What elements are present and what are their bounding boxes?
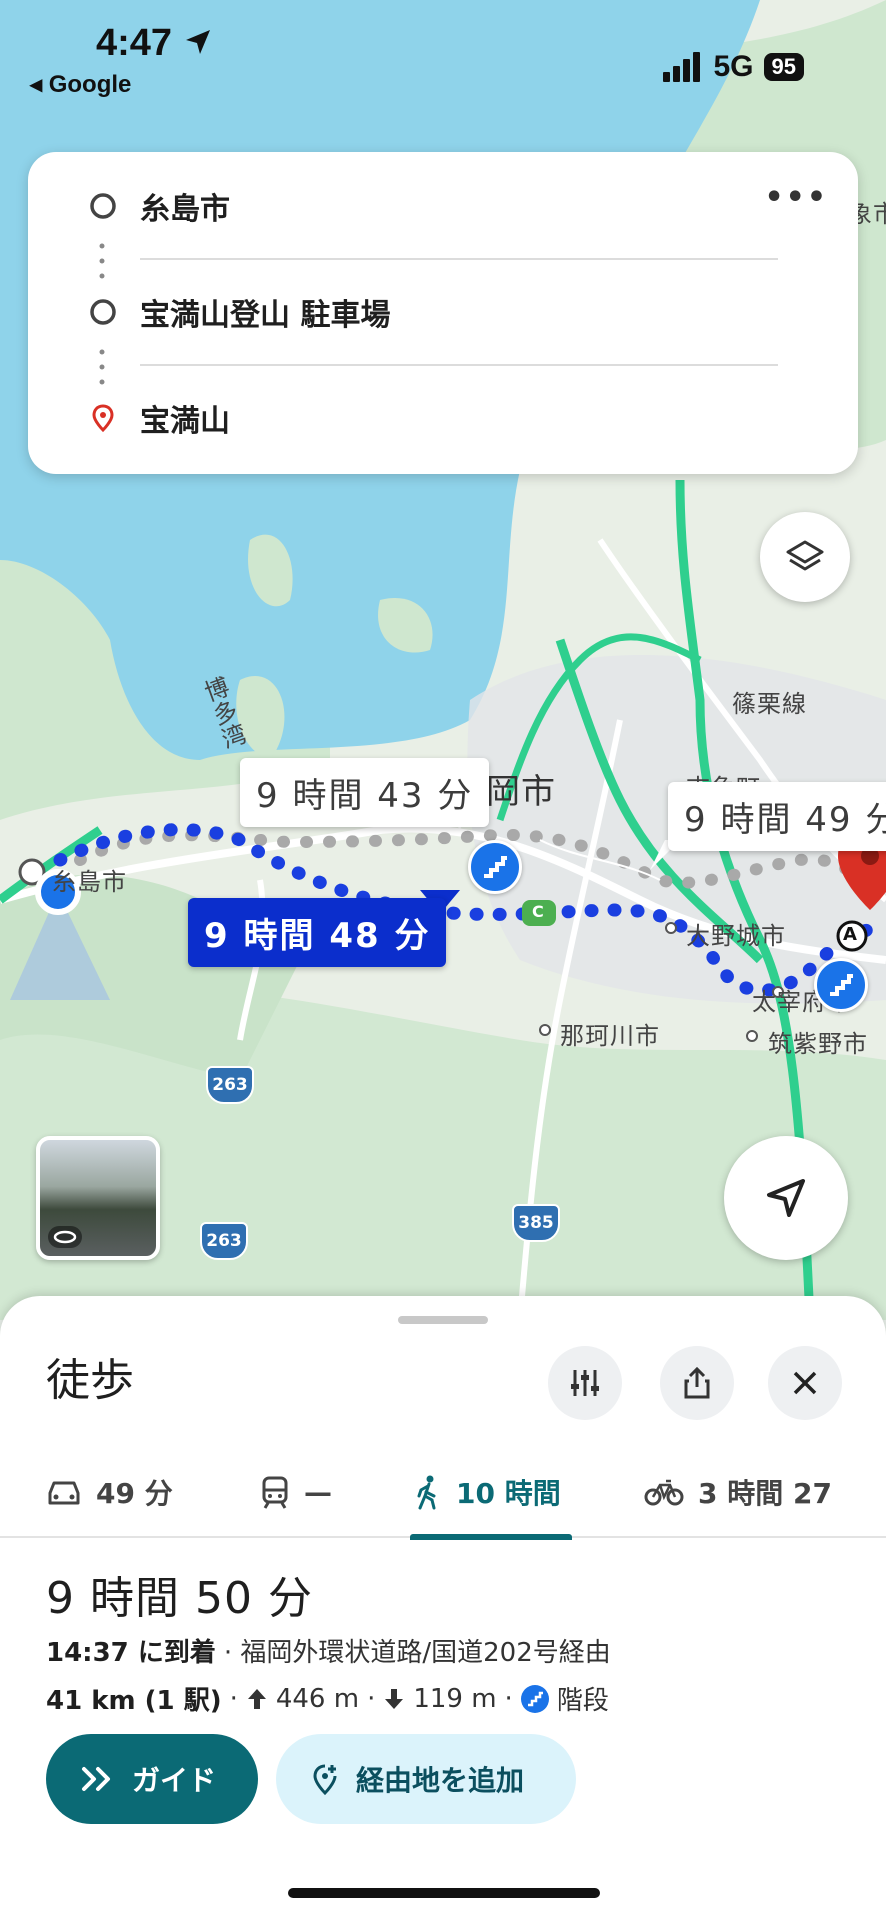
walk-icon (417, 1475, 436, 1510)
stairs-icon (468, 840, 522, 894)
waypoint-circle-icon (90, 299, 116, 325)
add-stop-button-label: 経由地を追加 (356, 1764, 525, 1797)
distance-text: 41 km (1 駅) (46, 1686, 222, 1716)
mode-label: 10 時間 (456, 1477, 561, 1510)
route-shield: 385 (512, 1204, 560, 1242)
home-indicator[interactable] (288, 1888, 600, 1898)
stairs-text: 階段 (556, 1686, 609, 1716)
add-stop-button[interactable]: 経由地を追加 (276, 1734, 576, 1824)
stairs-icon (814, 958, 868, 1012)
descent-text: 119 m (413, 1683, 497, 1714)
guide-button[interactable]: ガイド (46, 1734, 258, 1824)
divider (140, 364, 778, 366)
descent-arrow-icon (385, 1688, 404, 1709)
route-shield: 263 (200, 1222, 248, 1260)
street-view-thumbnail[interactable] (36, 1136, 160, 1260)
map-label-onojo: 大野城市 (686, 922, 786, 950)
map-label-fukuoka: 岡市 (486, 772, 556, 812)
status-time: 4:47 (96, 22, 213, 65)
tab-walk[interactable]: 10 時間 (414, 1446, 561, 1538)
divider (140, 258, 778, 260)
map-label-nakagawa: 那珂川市 (560, 1022, 660, 1050)
battery-indicator: 95 (763, 53, 804, 81)
layers-button[interactable] (760, 512, 850, 602)
origin-circle-icon (90, 193, 116, 219)
arrival-line: 14:37 に到着 · 福岡外環状道路/国道202号経由 (46, 1632, 611, 1669)
dots-connector-icon (99, 349, 105, 385)
route-options-button[interactable] (548, 1346, 622, 1420)
share-button[interactable] (660, 1346, 734, 1420)
clock-text: 4:47 (96, 22, 173, 64)
share-icon (684, 1366, 710, 1399)
destination-pin-icon (92, 404, 114, 433)
ascent-text: 446 m (275, 1683, 360, 1714)
recenter-button[interactable] (724, 1136, 848, 1260)
travel-mode-tabs: 49 分 — 10 時間 3 時間 27 (0, 1446, 886, 1538)
route-via: · 福岡外環状道路/国道202号経由 (223, 1638, 611, 1668)
location-arrow-icon (185, 30, 210, 54)
double-chevron-right-icon (82, 1767, 110, 1791)
route-shield: 263 (206, 1066, 254, 1104)
stop-label: 糸島市 (140, 192, 230, 227)
bicycle-icon (644, 1479, 684, 1506)
map-label-sasaguri: 篠栗線 (732, 690, 807, 718)
stairs-icon (520, 1684, 549, 1713)
close-button[interactable] (768, 1346, 842, 1420)
tab-bicycle[interactable]: 3 時間 27 (644, 1446, 832, 1538)
route-selected-chip[interactable]: 9 時間 48 分 (188, 898, 447, 967)
navigation-arrow-icon (767, 1179, 805, 1217)
route-alt-chip-2[interactable]: 9 時間 49 分 (668, 782, 886, 851)
stop-origin[interactable]: 糸島市 (28, 176, 858, 236)
rotate-360-icon (48, 1226, 82, 1248)
route-stats-line: 41 km (1 駅) · 446 m · 119 m · 階段 (46, 1680, 609, 1717)
back-to-app-link[interactable]: ◂ Google (30, 70, 131, 99)
add-location-icon (313, 1764, 337, 1796)
separator: · (504, 1683, 513, 1714)
network-type: 5G (713, 50, 754, 83)
guide-button-label: ガイド (132, 1764, 217, 1797)
car-icon (48, 1481, 80, 1505)
trip-duration: 9 時間 50 分 (46, 1573, 313, 1624)
route-alt-chip-1[interactable]: 9 時間 43 分 (240, 758, 490, 827)
signal-icon (663, 52, 701, 82)
waypoint-a-marker: A (843, 924, 857, 945)
tab-transit[interactable]: — (260, 1446, 332, 1538)
map-label-itoshima: 糸島市 (52, 868, 127, 896)
mode-label: 49 分 (96, 1477, 173, 1510)
status-indicators: 5G 95 (663, 50, 804, 84)
stop-destination[interactable]: 宝満山 (28, 388, 858, 448)
exit-c-marker: C (532, 902, 544, 921)
stop-waypoint[interactable]: 宝満山登山 駐車場 (28, 282, 858, 342)
active-tab-indicator (410, 1534, 572, 1540)
dots-connector-icon (99, 243, 105, 279)
mode-label: — (304, 1475, 332, 1509)
sheet-drag-handle[interactable] (398, 1316, 488, 1324)
directions-bottom-sheet: 徒歩 49 分 — 10 時間 3 時間 27 9 時間 50 分 14:37 … (0, 1296, 886, 1920)
close-icon (793, 1371, 817, 1395)
sliders-icon (571, 1370, 599, 1396)
separator: · (229, 1683, 238, 1714)
arrival-time: 14:37 に到着 (46, 1638, 216, 1668)
stop-label: 宝満山 (140, 404, 230, 439)
mode-label: 3 時間 27 (698, 1477, 832, 1510)
map-label-chikushino: 筑紫野市 (768, 1030, 868, 1058)
stop-label: 宝満山登山 駐車場 (140, 298, 391, 333)
layers-icon (786, 540, 824, 571)
tab-drive[interactable]: 49 分 (46, 1446, 173, 1538)
directions-card: ••• 糸島市 宝満山登山 駐車場 宝満山 (28, 152, 858, 474)
ascent-arrow-icon (247, 1688, 266, 1709)
sheet-title: 徒歩 (46, 1355, 134, 1406)
train-icon (262, 1476, 288, 1509)
separator: · (367, 1683, 376, 1714)
